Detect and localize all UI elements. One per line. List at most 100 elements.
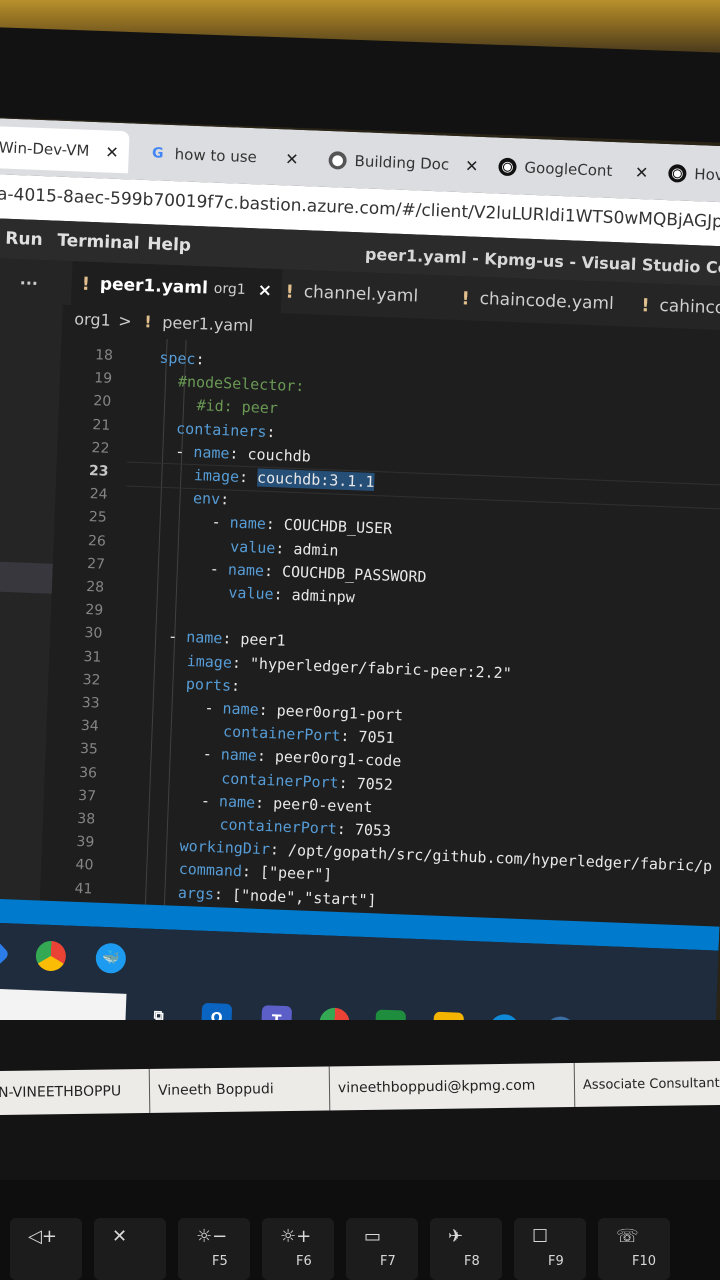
key-symbol-icon: ☼− [196, 1226, 228, 1247]
keyboard-key[interactable]: ✕ [94, 1218, 166, 1280]
yaml-colon: : [219, 490, 230, 509]
browser-tab-building-doc[interactable]: ● Building Doc ✕ [318, 139, 489, 187]
menu-help[interactable]: Help [147, 234, 192, 256]
browser-tab-how-to-use[interactable]: G how to use ✕ [138, 132, 309, 180]
github-icon: ◉ [668, 164, 687, 183]
activity-selection [0, 560, 53, 594]
key-symbol-icon: ✈ [448, 1226, 464, 1247]
menu-run[interactable]: Run [5, 229, 43, 250]
kubernetes-icon[interactable] [0, 932, 11, 975]
keyboard-key[interactable]: ☏ F10 [598, 1218, 670, 1280]
tab-chaincode-yaml[interactable]: ! chaincode.yaml [461, 276, 615, 326]
yaml-key: command [178, 860, 243, 881]
key-label: F6 [296, 1254, 312, 1269]
yaml-colon: : [231, 653, 251, 672]
line-number: 28 [85, 579, 105, 596]
tab-label: chaincode.yaml [479, 288, 615, 315]
line-number: 26 [87, 532, 107, 550]
close-icon[interactable]: ✕ [97, 142, 119, 162]
key-label: F10 [632, 1254, 657, 1269]
code-editor[interactable]: 18 spec: 19 #nodeSelector: 20 #id: peer 21 cont… [39, 334, 720, 927]
sticker-email: vineethboppudi@kpmg.com [329, 1063, 576, 1111]
yaml-key: name [218, 792, 256, 812]
keyboard-key[interactable]: ◁+ [10, 1218, 82, 1280]
line-number: 32 [82, 671, 101, 689]
code-text: spec: [159, 349, 205, 369]
yaml-key: value [229, 537, 276, 557]
line-number: 19 [93, 370, 113, 388]
yaml-key: containerPort [222, 722, 341, 746]
yaml-value: adminpw [291, 585, 356, 607]
breadcrumb-file[interactable]: peer1.yaml [162, 313, 254, 335]
browser-tab-hov[interactable]: ◉ Hov [658, 152, 720, 197]
browser-tab-win-dev-vm[interactable]: Win-Dev-VM ✕ [0, 125, 130, 174]
list-dash: - [211, 513, 231, 532]
list-dash: - [175, 442, 194, 461]
yaml-value: peer0org1-port [276, 701, 404, 725]
list-dash: - [167, 627, 187, 647]
close-icon[interactable]: ✕ [627, 162, 649, 182]
line-number: 34 [80, 718, 100, 735]
yaml-key: containerPort [219, 815, 338, 838]
window-title: peer1.yaml - Kpmg-us - Visual Studio Cod… [364, 244, 720, 279]
key-symbol-icon: ☏ [616, 1226, 639, 1247]
yaml-colon: : [269, 840, 289, 860]
tab-cahinco[interactable]: ! cahinco [640, 283, 720, 330]
line-number: 18 [94, 347, 114, 364]
yaml-file-icon: ! [81, 273, 91, 295]
code-text: args: ["node","start"] [178, 883, 377, 909]
key-symbol-icon: ☐ [532, 1226, 549, 1247]
yaml-file-icon: ! [640, 294, 650, 316]
line-number: 33 [81, 694, 100, 712]
globe-icon: ● [328, 151, 347, 170]
code-text: - name: peer1 [168, 628, 286, 650]
yaml-value: 7053 [354, 820, 392, 840]
docker-icon[interactable]: 🐳 [95, 942, 127, 974]
code-text: #id: peer [196, 397, 278, 418]
code-text: containers: [176, 419, 276, 441]
tab-channel-yaml[interactable]: ! channel.yaml [285, 269, 419, 318]
yaml-key: containers [175, 418, 267, 441]
close-icon[interactable]: ✕ [277, 149, 299, 169]
line-number: 29 [85, 602, 104, 619]
tab-label: Win-Dev-VM [0, 138, 90, 160]
yaml-colon: : [230, 676, 241, 695]
keyboard-key[interactable]: ✈ F8 [430, 1218, 502, 1280]
chevron-right-icon: > [117, 311, 133, 331]
chrome-icon[interactable] [35, 940, 67, 972]
more-actions-icon[interactable]: ... [19, 269, 38, 289]
key-symbol-icon: ☼+ [280, 1226, 312, 1247]
menu-terminal[interactable]: Terminal [57, 231, 140, 254]
yaml-key: name [185, 628, 223, 648]
yaml-file-icon: ! [285, 280, 295, 303]
keyboard-key[interactable]: ☼− F5 [178, 1218, 250, 1280]
yaml-colon: : [229, 444, 248, 463]
close-icon[interactable]: × [257, 280, 272, 301]
yaml-value: ["peer"] [259, 863, 333, 885]
sticker-machine-id: N-VINEETHBOPPU [0, 1068, 151, 1116]
browser-tab-googlecont[interactable]: ◉ GoogleCont ✕ [488, 145, 659, 193]
keyboard-key[interactable]: ☐ F9 [514, 1218, 586, 1280]
key-label: F8 [464, 1254, 480, 1269]
yaml-colon: : [213, 884, 233, 904]
yaml-colon: : [222, 629, 241, 649]
code-text: value: admin [230, 537, 339, 559]
yaml-colon: : [238, 467, 258, 487]
yaml-key: value [228, 583, 274, 604]
line-number: 30 [84, 625, 103, 643]
keyboard-key[interactable]: ☼+ F6 [262, 1218, 334, 1280]
line-number: 20 [93, 393, 112, 411]
close-icon[interactable]: ✕ [457, 155, 479, 176]
yaml-key: ports [185, 674, 232, 695]
keyboard-key[interactable]: ▭ F7 [346, 1218, 418, 1280]
code-text: env: [193, 489, 230, 508]
yaml-colon: : [258, 700, 278, 720]
yaml-colon: : [254, 793, 274, 813]
list-dash: - [200, 791, 220, 811]
code-text: command: ["peer"] [178, 860, 332, 884]
yaml-key: env [192, 489, 221, 509]
yaml-colon: : [265, 515, 285, 534]
line-number: 37 [77, 787, 97, 805]
breadcrumb-folder[interactable]: org1 [74, 309, 111, 329]
yaml-key: name [222, 699, 260, 719]
